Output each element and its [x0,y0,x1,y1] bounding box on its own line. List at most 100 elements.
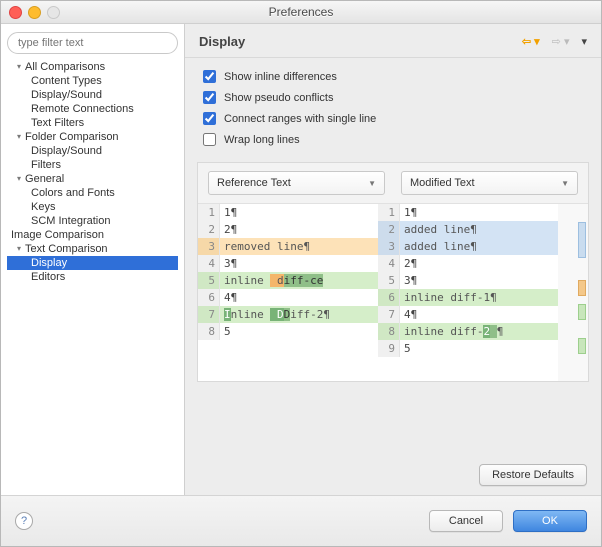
titlebar: Preferences [1,1,601,24]
line-number: 7 [198,306,220,323]
option-row[interactable]: Wrap long lines [203,133,583,146]
tree-item[interactable]: Content Types [7,74,178,88]
line-number: 1 [198,204,220,221]
option-checkbox[interactable] [203,133,216,146]
diff-line: 74¶ [378,306,558,323]
tree-item[interactable]: Display [7,256,178,270]
line-number: 2 [378,221,400,238]
tree-item[interactable]: Editors [7,270,178,284]
option-label: Show inline differences [224,71,337,83]
line-number: 8 [198,323,220,340]
line-text: added line¶ [400,221,558,238]
restore-defaults-button[interactable]: Restore Defaults [479,464,587,486]
diff-line: 11¶ [378,204,558,221]
diff-line: 22¶ [198,221,378,238]
tree-item[interactable]: Colors and Fonts [7,186,178,200]
dialog-footer: ? Cancel OK [1,495,601,546]
nav-forward-icon: ⇨ ▾ [552,35,570,48]
tree-item[interactable]: Folder Comparison [7,130,178,144]
diff-line: 95 [378,340,558,357]
tree-item[interactable]: General [7,172,178,186]
line-number: 9 [378,340,400,357]
line-text: Inline DDiff-2¶ [220,306,378,323]
filter-input[interactable] [7,32,178,54]
chevron-down-icon: ▼ [368,179,376,188]
line-text: 1¶ [400,204,558,221]
diff-line: 53¶ [378,272,558,289]
tree-item[interactable]: Keys [7,200,178,214]
left-source-label: Reference Text [217,177,291,189]
diff-columns: 11¶22¶3removed line¶43¶5inline diff-ce64… [198,204,588,382]
tree-item[interactable]: Text Comparison [7,242,178,256]
line-text: 3¶ [220,255,378,272]
option-row[interactable]: Connect ranges with single line [203,112,583,125]
tree-item[interactable]: All Comparisons [7,60,178,74]
option-row[interactable]: Show inline differences [203,70,583,83]
option-checkbox[interactable] [203,112,216,125]
tree-item[interactable]: Filters [7,158,178,172]
line-text: added line¶ [400,238,558,255]
diff-line: 7Inline DDiff-2¶ [198,306,378,323]
line-number: 1 [378,204,400,221]
diff-line: 3added line¶ [378,238,558,255]
option-checkbox[interactable] [203,91,216,104]
tree-item[interactable]: Display/Sound [7,88,178,102]
options-group: Show inline differences Show pseudo confl… [185,58,601,156]
view-menu-icon[interactable]: ▾ [581,35,587,48]
diff-line: 5inline diff-ce [198,272,378,289]
cancel-button[interactable]: Cancel [429,510,503,532]
line-text: 1¶ [220,204,378,221]
option-label: Connect ranges with single line [224,113,376,125]
line-text: 2¶ [400,255,558,272]
ok-button[interactable]: OK [513,510,587,532]
page-header: Display ⇦ ▾ ⇨ ▾ ▾ [185,24,601,58]
option-label: Show pseudo conflicts [224,92,333,104]
diff-line: 11¶ [198,204,378,221]
line-number: 8 [378,323,400,340]
line-text: 3¶ [400,272,558,289]
overview-stripe[interactable] [578,222,586,258]
reference-column: 11¶22¶3removed line¶43¶5inline diff-ce64… [198,204,378,382]
help-icon[interactable]: ? [15,512,33,530]
line-number: 7 [378,306,400,323]
line-number: 4 [198,255,220,272]
line-number: 3 [198,238,220,255]
line-text: inline diff-2 ¶ [400,323,558,340]
diff-line: 64¶ [198,289,378,306]
line-number: 2 [198,221,220,238]
diff-line: 85 [198,323,378,340]
right-source-dropdown[interactable]: Modified Text ▼ [401,171,578,195]
option-checkbox[interactable] [203,70,216,83]
diff-line: 43¶ [198,255,378,272]
tree-item[interactable]: SCM Integration [7,214,178,228]
line-number: 3 [378,238,400,255]
line-text: 5 [220,323,378,340]
overview-stripe[interactable] [578,280,586,296]
diff-line: 42¶ [378,255,558,272]
left-source-dropdown[interactable]: Reference Text ▼ [208,171,385,195]
modified-column: 11¶2added line¶3added line¶42¶53¶6inline… [378,204,558,382]
line-number: 6 [378,289,400,306]
option-row[interactable]: Show pseudo conflicts [203,91,583,104]
line-text: 5 [400,340,558,357]
overview-stripe[interactable] [578,338,586,354]
main-panel: Display ⇦ ▾ ⇨ ▾ ▾ Show inline difference… [185,24,601,497]
tree-item[interactable]: Remote Connections [7,102,178,116]
line-text: 4¶ [400,306,558,323]
tree-item[interactable]: Display/Sound [7,144,178,158]
diff-line: 8inline diff-2 ¶ [378,323,558,340]
sidebar: All ComparisonsContent TypesDisplay/Soun… [1,24,185,497]
line-number: 5 [378,272,400,289]
diff-line: 3removed line¶ [198,238,378,255]
diff-preview: Reference Text ▼ Modified Text ▼ 11¶22¶3… [197,162,589,382]
preferences-tree: All ComparisonsContent TypesDisplay/Soun… [7,60,178,284]
window-title: Preferences [1,5,601,19]
chevron-down-icon: ▼ [561,179,569,188]
tree-item[interactable]: Image Comparison [7,228,178,242]
diff-line: 2added line¶ [378,221,558,238]
line-number: 4 [378,255,400,272]
overview-stripe[interactable] [578,304,586,320]
tree-item[interactable]: Text Filters [7,116,178,130]
nav-back-icon[interactable]: ⇦ ▾ [522,35,540,48]
line-text: inline diff-1¶ [400,289,558,306]
